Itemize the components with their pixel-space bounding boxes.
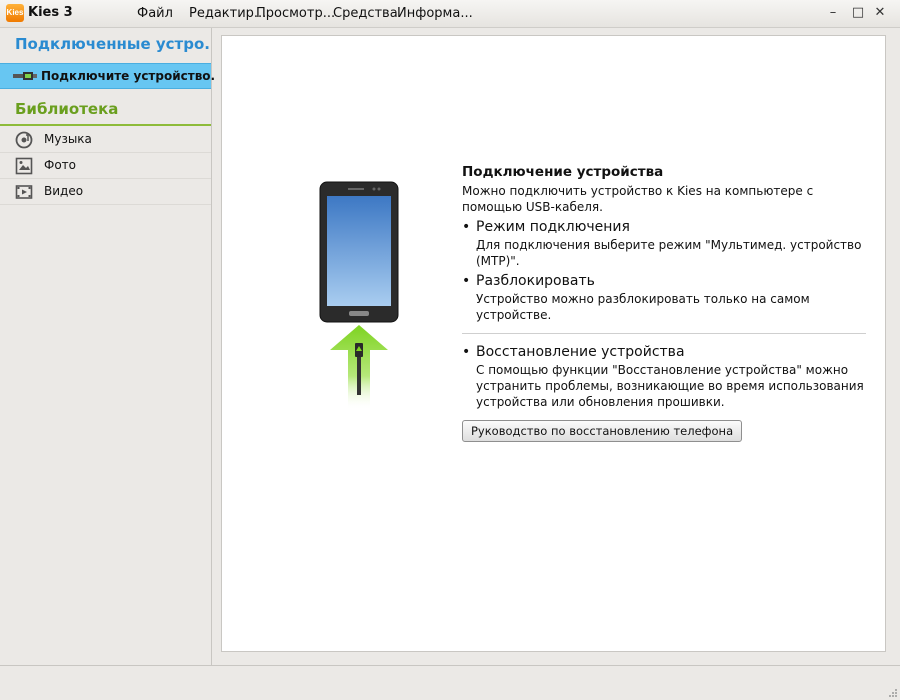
- menu-info[interactable]: Информа...: [397, 6, 473, 21]
- connection-instructions: Подключение устройства Можно подключить …: [462, 164, 866, 442]
- close-button[interactable]: ✕: [870, 3, 890, 23]
- maximize-button[interactable]: □: [848, 3, 868, 23]
- resize-grip-icon[interactable]: [886, 686, 898, 698]
- kies-logo-icon: Kies: [6, 4, 24, 22]
- section-divider: [462, 333, 866, 334]
- app-title: Kies 3: [28, 5, 73, 20]
- phone-connect-illustration: [319, 181, 399, 410]
- recovery-guide-button[interactable]: Руководство по восстановлению телефона: [462, 420, 743, 442]
- main-content-panel: Подключение устройства Можно подключить …: [221, 35, 886, 652]
- video-icon: [15, 185, 33, 199]
- menu-tools[interactable]: Средства: [333, 6, 398, 21]
- sidebar-item-video[interactable]: Видео: [0, 179, 211, 205]
- sidebar-item-photo[interactable]: Фото: [0, 153, 211, 179]
- sidebar-item-music[interactable]: Музыка: [0, 127, 211, 153]
- usb-cable-icon: [13, 72, 37, 80]
- bullet-unlock-text: Устройство можно разблокировать только н…: [476, 292, 810, 322]
- sidebar: Подключенные устро... Подключите устройс…: [0, 28, 215, 665]
- sidebar-item-label: Видео: [44, 184, 84, 198]
- bullet-recovery-heading: Восстановление устройства: [462, 344, 866, 360]
- sidebar-item-connect-device[interactable]: Подключите устройство.: [0, 63, 215, 89]
- bullet-connection-mode-text: Для подключения выберите режим "Мультиме…: [476, 238, 862, 268]
- status-bar: [0, 665, 900, 700]
- bullet-unlock-heading: Разблокировать: [462, 273, 866, 289]
- connected-devices-header[interactable]: Подключенные устро...: [0, 28, 211, 61]
- minimize-button[interactable]: –: [823, 3, 843, 23]
- bullet-connection-mode-heading: Режим подключения: [462, 219, 866, 235]
- sidebar-item-label: Музыка: [44, 132, 92, 146]
- library-header[interactable]: Библиотека: [0, 94, 211, 126]
- sidebar-item-label: Фото: [44, 158, 77, 172]
- photo-icon: [15, 157, 33, 175]
- music-icon: [15, 131, 33, 149]
- menu-edit[interactable]: Редактир...: [189, 6, 266, 21]
- menu-file[interactable]: Файл: [137, 6, 173, 21]
- menu-view[interactable]: Просмотр...: [256, 6, 335, 21]
- instructions-title: Подключение устройства: [462, 164, 664, 180]
- instructions-intro: Можно подключить устройство к Kies на ко…: [462, 184, 814, 214]
- sidebar-item-label: Подключите устройство.: [41, 69, 216, 83]
- title-bar: Kies Kies 3 Файл Редактир... Просмотр...…: [0, 0, 900, 28]
- bullet-recovery-text: С помощью функции "Восстановление устрой…: [476, 363, 864, 409]
